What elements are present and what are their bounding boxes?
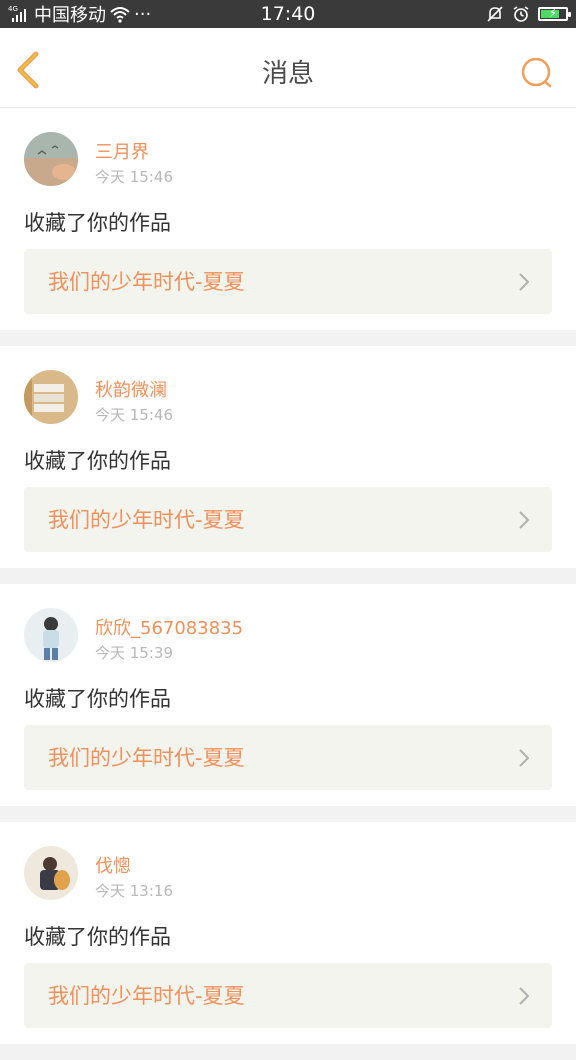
page-title: 消息 bbox=[261, 59, 314, 89]
avatar-image bbox=[24, 370, 78, 424]
chevron-right-icon bbox=[519, 987, 530, 1005]
action-text: 收藏了你的作品 bbox=[24, 449, 171, 473]
work-title: 我们的少年时代-夏夏 bbox=[48, 508, 245, 532]
chevron-right-icon bbox=[519, 749, 530, 767]
timestamp: 今天 15:46 bbox=[95, 406, 173, 424]
avatar[interactable] bbox=[24, 608, 78, 662]
search-icon bbox=[521, 57, 552, 88]
work-link[interactable]: 我们的少年时代-夏夏 bbox=[24, 725, 552, 790]
username[interactable]: 欣欣_567083835 bbox=[95, 614, 243, 640]
battery-icon: ⚡ bbox=[538, 6, 571, 21]
work-link[interactable]: 我们的少年时代-夏夏 bbox=[24, 487, 552, 552]
avatar[interactable] bbox=[24, 370, 78, 424]
navigation-header: 消息 bbox=[0, 28, 576, 108]
back-button[interactable] bbox=[12, 50, 48, 90]
work-title: 我们的少年时代-夏夏 bbox=[48, 984, 245, 1008]
username[interactable]: 秋韵微澜 bbox=[95, 376, 167, 402]
username[interactable]: 伐憁 bbox=[95, 852, 131, 878]
username[interactable]: 三月界 bbox=[95, 138, 149, 164]
avatar-image bbox=[24, 608, 78, 662]
timestamp: 今天 13:16 bbox=[95, 882, 173, 900]
work-link[interactable]: 我们的少年时代-夏夏 bbox=[24, 249, 552, 314]
avatar[interactable] bbox=[24, 846, 78, 900]
message-card: 欣欣_567083835 今天 15:39 收藏了你的作品 我们的少年时代-夏夏 bbox=[0, 584, 576, 806]
chevron-right-icon bbox=[519, 511, 530, 529]
chevron-right-icon bbox=[519, 273, 530, 291]
avatar[interactable] bbox=[24, 132, 78, 186]
work-title: 我们的少年时代-夏夏 bbox=[48, 270, 245, 294]
search-button[interactable] bbox=[518, 54, 558, 94]
status-bar: 4G 中国移动 ··· 17:40 ⚡ bbox=[0, 0, 576, 28]
action-text: 收藏了你的作品 bbox=[24, 925, 171, 949]
timestamp: 今天 15:46 bbox=[95, 168, 173, 186]
action-text: 收藏了你的作品 bbox=[24, 211, 171, 235]
status-bar-right: ⚡ bbox=[486, 0, 571, 28]
alarm-icon bbox=[513, 6, 529, 22]
avatar-image bbox=[24, 132, 78, 186]
bell-muted-icon bbox=[487, 6, 503, 22]
message-list: 三月界 今天 15:46 收藏了你的作品 我们的少年时代-夏夏 秋韵微澜 今天 … bbox=[0, 108, 576, 1060]
avatar-image bbox=[24, 846, 78, 900]
work-link[interactable]: 我们的少年时代-夏夏 bbox=[24, 963, 552, 1028]
message-card: 秋韵微澜 今天 15:46 收藏了你的作品 我们的少年时代-夏夏 bbox=[0, 346, 576, 568]
timestamp: 今天 15:39 bbox=[95, 644, 173, 662]
message-card: 伐憁 今天 13:16 收藏了你的作品 我们的少年时代-夏夏 bbox=[0, 822, 576, 1044]
work-title: 我们的少年时代-夏夏 bbox=[48, 746, 245, 770]
message-card: 三月界 今天 15:46 收藏了你的作品 我们的少年时代-夏夏 bbox=[0, 108, 576, 330]
chevron-left-icon bbox=[17, 51, 39, 89]
action-text: 收藏了你的作品 bbox=[24, 687, 171, 711]
